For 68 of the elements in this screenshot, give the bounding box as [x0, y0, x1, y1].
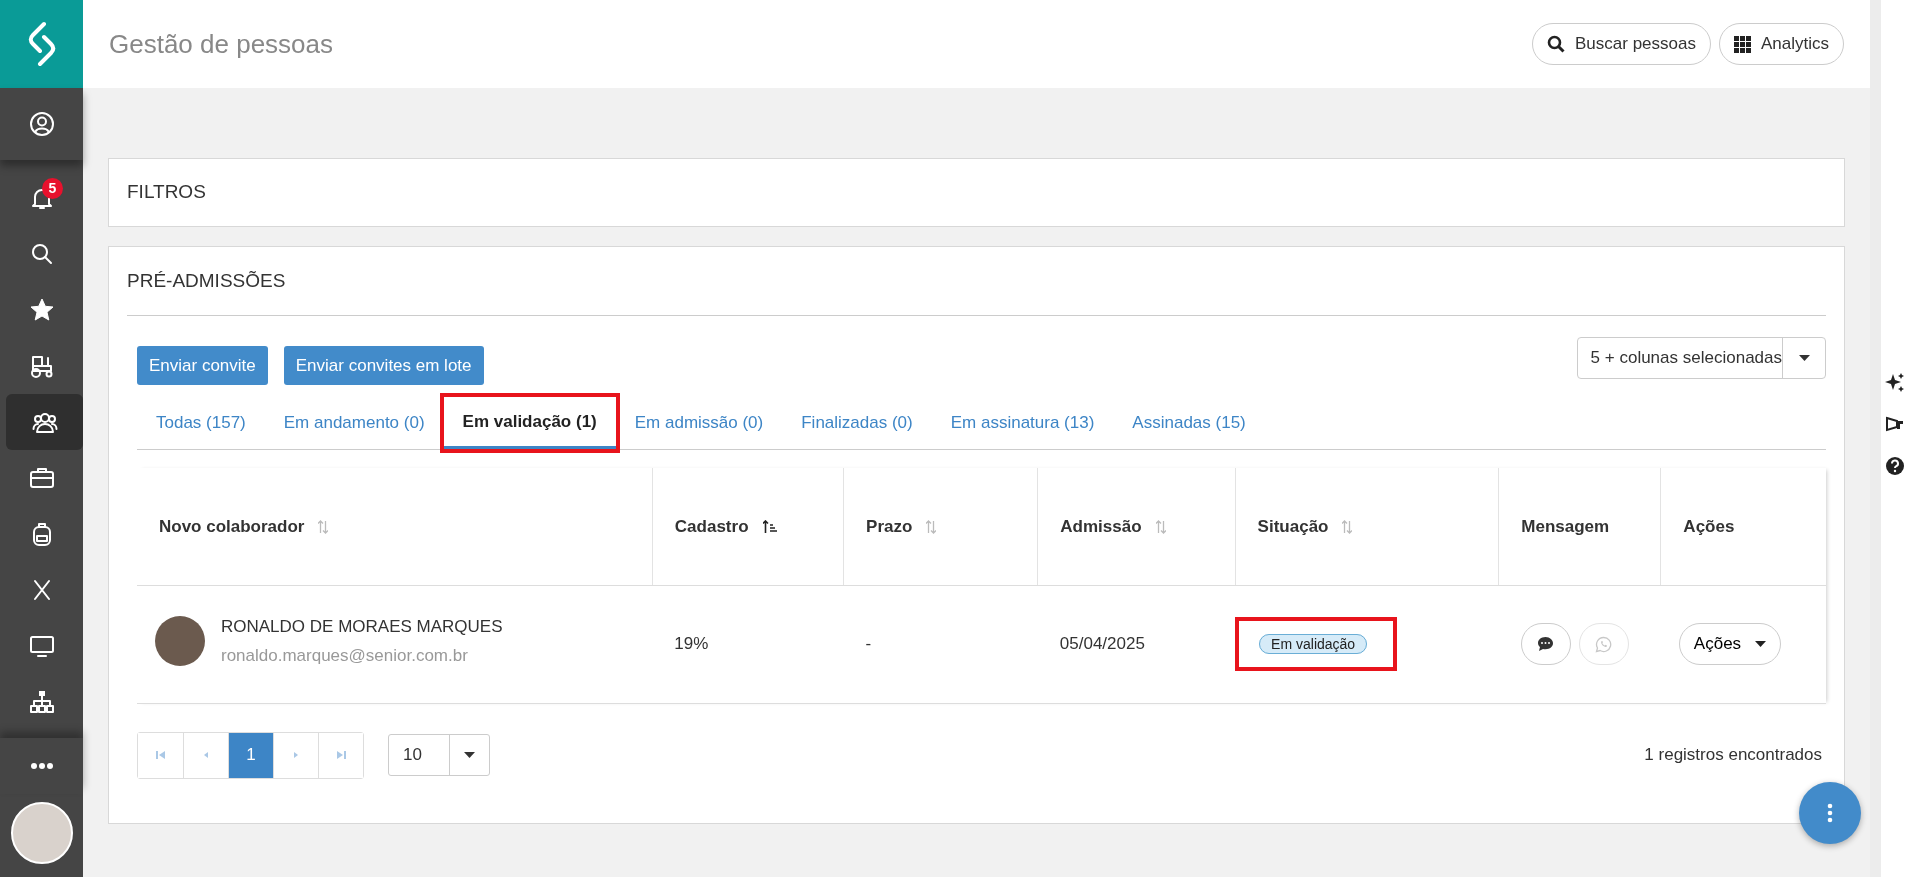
sidebar-item[interactable]: 5	[0, 170, 83, 226]
header-button[interactable]: Analytics	[1718, 23, 1844, 65]
columns-select[interactable]: 5 + colunas selecionadas	[1576, 336, 1826, 379]
column-header[interactable]: Mensagem	[1521, 516, 1610, 536]
sort-icon	[1155, 520, 1166, 534]
employee-email: ronaldo.marques@senior.com.br	[221, 644, 469, 667]
tab[interactable]: Em admissão (0)	[615, 397, 783, 449]
panel-title[interactable]: FILTROS	[127, 178, 206, 207]
caret-icon	[1755, 641, 1767, 647]
first-page-icon	[155, 750, 166, 760]
hierarchy-icon	[28, 689, 55, 715]
tab[interactable]: Assinadas (15)	[1113, 397, 1265, 449]
sidebar-item[interactable]	[6, 394, 83, 450]
more-icon	[29, 763, 54, 769]
caret-icon	[1798, 354, 1810, 361]
user-circle-icon	[28, 111, 55, 137]
caret-icon	[464, 752, 475, 758]
last-page-icon	[336, 750, 346, 760]
page-size-select[interactable]: 10	[388, 734, 490, 776]
chat-bubble-icon	[1537, 636, 1555, 652]
help-icon	[1885, 456, 1905, 476]
status-badge: Em validação	[1259, 634, 1368, 655]
megaphone-icon	[1885, 414, 1905, 434]
columns-select-value: 5 + colunas selecionadas	[1589, 346, 1782, 369]
photo-placeholder	[155, 616, 205, 666]
column-header[interactable]: Situação	[1257, 516, 1329, 536]
column-header[interactable]: Ações	[1683, 516, 1735, 536]
notification-badge: 5	[42, 178, 63, 199]
tab[interactable]: Finalizadas (0)	[782, 397, 932, 449]
more-vertical-icon	[1827, 803, 1833, 823]
table-cell: -	[865, 634, 872, 654]
sparkle-icon	[1885, 372, 1905, 392]
actions-dropdown[interactable]: Ações	[1678, 623, 1782, 665]
logo-icon	[26, 21, 57, 67]
message-button[interactable]	[1520, 623, 1571, 665]
sort-ascending-icon	[762, 520, 777, 534]
tab[interactable]: Em andamento (0)	[264, 397, 444, 449]
rail-button[interactable]	[1885, 414, 1905, 434]
sort-icon	[926, 520, 937, 534]
search-icon	[1547, 35, 1565, 53]
action-button[interactable]: Enviar convites em lote	[283, 346, 484, 385]
sort-icon	[1342, 520, 1353, 534]
monitor-icon	[28, 633, 55, 659]
rail-button[interactable]	[1885, 456, 1905, 476]
star-icon	[28, 297, 55, 323]
tractor-icon	[28, 353, 55, 379]
employee-name: RONALDO DE MORAES MARQUES	[221, 616, 503, 638]
page-size-value: 10	[402, 744, 423, 767]
column-header[interactable]: Cadastro	[674, 516, 749, 536]
tab[interactable]: Em assinatura (13)	[931, 397, 1114, 449]
sort-icon	[318, 520, 329, 534]
page-title: Gestão de pessoas	[109, 27, 334, 61]
column-header[interactable]: Novo colaborador	[159, 516, 305, 536]
page-button[interactable]: 1	[228, 732, 273, 778]
grid-icon	[1733, 35, 1751, 53]
rail-button[interactable]	[1885, 372, 1905, 392]
panel-title: PRÉ-ADMISSÕES	[127, 268, 286, 293]
table-cell: 05/04/2025	[1059, 634, 1145, 654]
table-cell: 19%	[674, 634, 709, 654]
column-header[interactable]: Prazo	[866, 516, 913, 536]
floating-menu-button[interactable]	[1799, 782, 1861, 844]
column-header[interactable]: Admissão	[1060, 516, 1142, 536]
briefcase-icon	[28, 465, 55, 491]
records-count: 1 registros encontrados	[1644, 744, 1822, 767]
action-button[interactable]: Enviar convite	[137, 346, 268, 385]
header-button[interactable]: Buscar pessoas	[1532, 23, 1711, 65]
phone-bubble-icon	[1595, 635, 1613, 653]
tab[interactable]: Todas (157)	[137, 397, 265, 449]
